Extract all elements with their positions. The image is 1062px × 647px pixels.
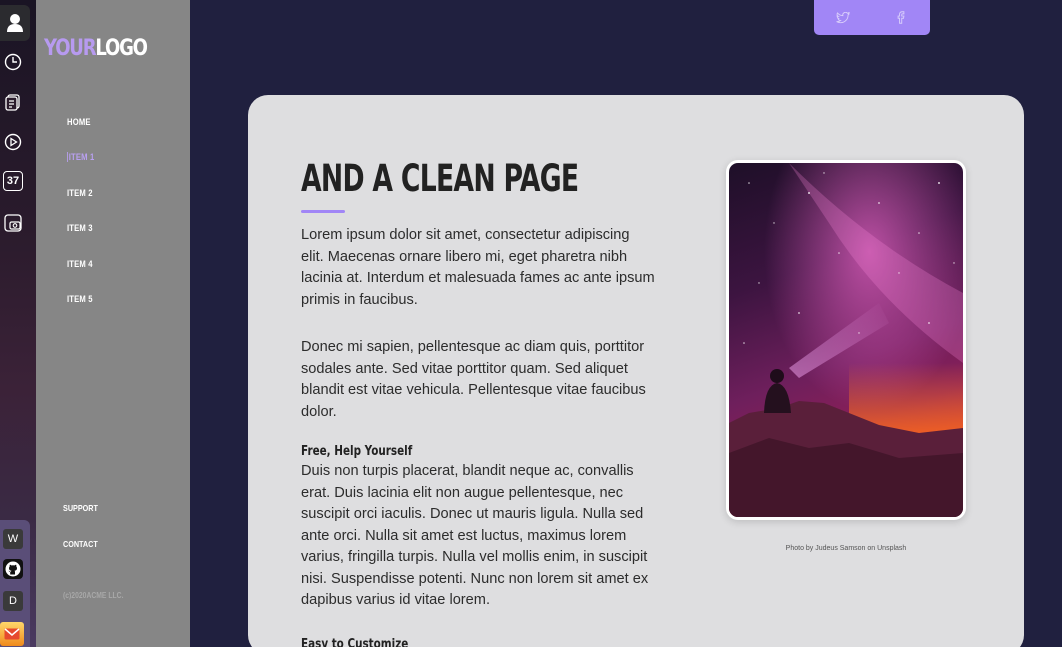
second-paragraph: Donec mi sapien, pellentesque ac diam qu… (301, 339, 646, 420)
content-card: AND A CLEAN PAGE Lorem ipsum dolor sit a… (248, 95, 1024, 647)
sidebar: YOURLOGO HOME ITEM 1 ITEM 2 ITEM 3 ITEM … (36, 0, 190, 647)
app-dock: 37 W D (0, 0, 36, 647)
github-icon[interactable] (3, 559, 23, 579)
nav-item-3[interactable]: ITEM 3 (67, 223, 93, 233)
social-bar (814, 0, 930, 35)
subheading-free: Free, Help Yourself (301, 444, 413, 459)
calendar-button[interactable]: 37 (3, 171, 23, 191)
nav-item-2[interactable]: ITEM 2 (67, 188, 93, 198)
logo-part-your: YOUR (44, 36, 97, 61)
intro-paragraph: Lorem ipsum dolor sit amet, consectetur … (301, 227, 655, 308)
user-profile-button[interactable] (0, 5, 30, 41)
support-link[interactable]: SUPPORT (63, 503, 98, 513)
play-icon (4, 133, 22, 151)
copyright-text: (c)2020ACME LLC. (63, 591, 124, 600)
notes-icon (5, 94, 20, 111)
dock-apps-tray: W D (0, 520, 30, 647)
nav-item-4[interactable]: ITEM 4 (67, 259, 93, 269)
w-app-icon[interactable]: W (3, 529, 23, 549)
facebook-button[interactable] (872, 0, 930, 35)
camera-button[interactable] (2, 212, 24, 234)
user-icon (7, 14, 23, 32)
page-title: AND A CLEAN PAGE (301, 157, 579, 200)
d-app-icon[interactable]: D (3, 591, 23, 611)
twitter-icon (836, 11, 850, 23)
logo-part-logo: LOGO (95, 36, 148, 61)
media-button[interactable] (2, 131, 24, 153)
mail-app-icon[interactable] (0, 622, 24, 646)
notes-button[interactable] (2, 91, 24, 113)
clock-icon (4, 53, 22, 71)
subheading-customize: Easy to Customize (301, 637, 409, 647)
nav-item-home[interactable]: HOME (67, 117, 91, 127)
twitter-button[interactable] (814, 0, 872, 35)
calendar-icon: 37 (6, 175, 20, 187)
camera-icon (4, 214, 22, 232)
nav-item-1[interactable]: ITEM 1 (67, 152, 94, 162)
contact-link[interactable]: CONTACT (63, 539, 98, 549)
title-accent-bar (301, 210, 345, 213)
history-button[interactable] (2, 51, 24, 73)
photo-frame (726, 160, 966, 520)
nav-item-5[interactable]: ITEM 5 (67, 294, 93, 304)
site-logo[interactable]: YOURLOGO (44, 36, 148, 61)
photo-caption: Photo by Judeus Samson on Unsplash (785, 545, 907, 552)
night-sky-photo (729, 163, 963, 517)
third-paragraph: Duis non turpis placerat, blandit neque … (301, 463, 649, 608)
facebook-icon (897, 11, 905, 24)
